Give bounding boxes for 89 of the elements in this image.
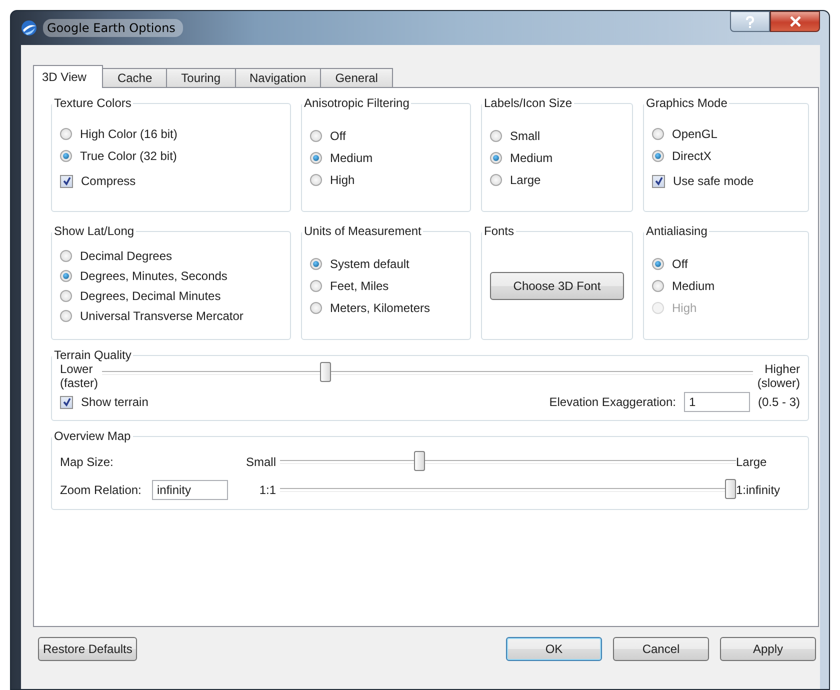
max-label: Large xyxy=(736,455,768,469)
slider[interactable] xyxy=(280,479,736,501)
group-title: Units of Measurement xyxy=(303,224,422,238)
min-label: 1:1 xyxy=(258,483,277,497)
globe-icon xyxy=(21,20,37,36)
help-icon xyxy=(745,16,755,28)
option-label: Large xyxy=(510,172,541,186)
radio-button[interactable] xyxy=(60,270,72,282)
radio-button[interactable] xyxy=(60,150,72,162)
tab[interactable]: 3D View xyxy=(33,65,104,88)
tab[interactable]: General xyxy=(320,68,393,87)
radio-button[interactable] xyxy=(310,258,322,270)
option-label: Off xyxy=(330,128,346,142)
tab[interactable]: Navigation xyxy=(234,68,322,87)
option-label: Medium xyxy=(672,278,715,292)
radio-button[interactable] xyxy=(60,128,72,140)
option-label: High xyxy=(330,172,355,186)
radio-button[interactable] xyxy=(60,290,72,302)
group-title: Labels/Icon Size xyxy=(483,96,574,110)
option-label: Show terrain xyxy=(81,395,148,409)
field-label: Elevation Exaggeration: xyxy=(549,395,676,409)
option-label: Decimal Degrees xyxy=(80,248,172,262)
option-label: System default xyxy=(330,256,410,270)
radio-button[interactable] xyxy=(60,310,72,322)
radio-button[interactable] xyxy=(60,250,72,262)
radio-button[interactable] xyxy=(652,150,664,162)
choose-font-button[interactable]: Choose 3D Font xyxy=(490,272,624,300)
help-button[interactable] xyxy=(730,11,770,32)
group-title: Texture Colors xyxy=(53,96,132,110)
min-label: Lower (faster) xyxy=(60,362,98,390)
option-label: Universal Transverse Mercator xyxy=(80,308,244,322)
checkbox[interactable] xyxy=(652,174,665,188)
group-title: Fonts xyxy=(483,224,516,238)
slider-thumb[interactable] xyxy=(725,479,736,499)
option-label: Medium xyxy=(510,150,553,164)
radio-button[interactable] xyxy=(310,130,322,142)
tab[interactable]: Touring xyxy=(166,68,236,87)
radio-button[interactable] xyxy=(490,174,502,186)
group-title: Graphics Mode xyxy=(645,96,728,110)
slider[interactable] xyxy=(102,362,754,384)
dialog-button[interactable]: OK xyxy=(506,637,602,661)
field-label: Map Size: xyxy=(60,455,114,469)
option-label: Degrees, Decimal Minutes xyxy=(80,288,221,302)
radio-button[interactable] xyxy=(490,130,502,142)
close-icon xyxy=(790,16,800,27)
option-label: True Color (32 bit) xyxy=(80,149,177,163)
dialog-button[interactable]: Restore Defaults xyxy=(38,637,138,661)
option-label: OpenGL xyxy=(672,127,718,141)
dialog-button[interactable]: Cancel xyxy=(613,637,709,661)
option-label: Degrees, Minutes, Seconds xyxy=(80,268,228,282)
option-label: Compress xyxy=(81,174,136,188)
radio-button[interactable] xyxy=(310,152,322,164)
group-title: Antialiasing xyxy=(645,224,708,238)
min-label: Small xyxy=(244,455,277,469)
group-title: Overview Map xyxy=(53,429,132,443)
field-label: Zoom Relation: xyxy=(60,483,142,497)
option-label: Feet, Miles xyxy=(330,278,389,292)
radio-button[interactable] xyxy=(310,280,322,292)
radio-button[interactable] xyxy=(310,174,322,186)
group-title: Terrain Quality xyxy=(53,348,132,362)
window-title: Google Earth Options xyxy=(43,19,184,37)
option-label: DirectX xyxy=(672,149,712,163)
option-label: High xyxy=(672,300,697,314)
option-label: Medium xyxy=(330,150,373,164)
option-label: Use safe mode xyxy=(673,174,754,188)
checkbox[interactable] xyxy=(60,174,73,188)
group-title: Show Lat/Long xyxy=(53,224,136,238)
max-label: 1:infinity xyxy=(736,483,782,497)
dialog-button[interactable]: Apply xyxy=(720,637,816,661)
range-label: (0.5 - 3) xyxy=(758,395,800,409)
close-button[interactable] xyxy=(770,11,820,32)
radio-button[interactable] xyxy=(652,128,664,140)
option-label: High Color (16 bit) xyxy=(80,127,178,141)
radio-button[interactable] xyxy=(310,302,322,314)
option-label: Meters, Kilometers xyxy=(330,300,430,314)
radio-button[interactable] xyxy=(652,258,664,270)
group-title: Anisotropic Filtering xyxy=(303,96,410,110)
checkbox[interactable] xyxy=(60,396,73,408)
slider-thumb[interactable] xyxy=(414,451,424,471)
max-label: Higher (slower) xyxy=(757,362,800,390)
input-field[interactable]: 1 xyxy=(684,392,750,412)
radio-button[interactable] xyxy=(652,280,664,292)
tab[interactable]: Cache xyxy=(102,68,168,87)
slider-thumb[interactable] xyxy=(320,362,331,382)
radio-button[interactable] xyxy=(490,152,502,164)
option-label: Off xyxy=(672,256,688,270)
option-label: Small xyxy=(510,128,540,142)
input-field[interactable]: infinity xyxy=(152,480,228,500)
slider[interactable] xyxy=(280,451,736,473)
